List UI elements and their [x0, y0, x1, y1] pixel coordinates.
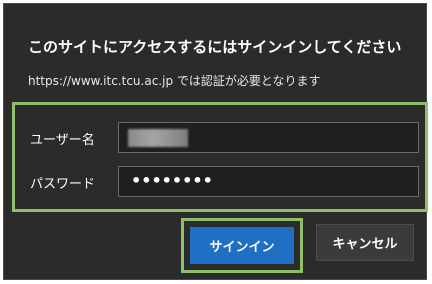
sign-in-dialog: このサイトにアクセスするにはサインインしてください https://www.it…: [3, 3, 428, 280]
credentials-highlight: ユーザー名 パスワード ••••••••: [12, 102, 428, 212]
dialog-title: このサイトにアクセスするにはサインインしてください: [28, 38, 402, 56]
username-blurred-value: [128, 129, 188, 147]
password-label: パスワード: [30, 177, 96, 192]
username-label: ユーザー名: [30, 133, 95, 148]
cancel-button[interactable]: キャンセル: [316, 224, 414, 261]
username-field[interactable]: [118, 122, 419, 153]
sign-in-button[interactable]: サインイン: [190, 227, 294, 264]
password-mask: ••••••••: [131, 171, 213, 190]
sign-in-highlight: サインイン: [181, 218, 303, 273]
password-field[interactable]: ••••••••: [118, 166, 419, 197]
dialog-subtitle: https://www.itc.tcu.ac.jp では認証が必要となります: [28, 74, 321, 88]
